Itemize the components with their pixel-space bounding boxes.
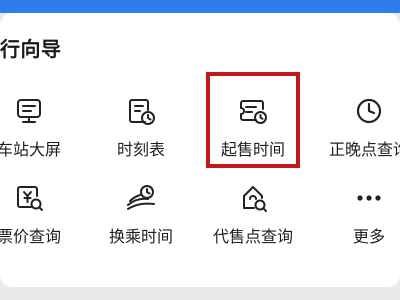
top-status-bar bbox=[0, 0, 400, 13]
more-dots-icon bbox=[352, 181, 386, 215]
transfer-time-icon bbox=[124, 181, 158, 215]
grid-item-timetable[interactable]: 时刻表 bbox=[91, 94, 191, 176]
grid-item-more[interactable]: 更多 bbox=[319, 181, 400, 263]
grid-item-fare-search[interactable]: 票价查询 bbox=[0, 181, 79, 263]
grid-item-label: 更多 bbox=[352, 227, 385, 246]
grid-item-station-screen[interactable]: 车站大屏 bbox=[0, 94, 79, 176]
timetable-icon bbox=[124, 94, 158, 128]
grid-item-label: 正晚点查询 bbox=[328, 140, 400, 159]
grid-item-delay-query[interactable]: 正晚点查询 bbox=[319, 94, 400, 176]
grid-item-agency-search[interactable]: 代售点查询 bbox=[203, 181, 303, 263]
agency-search-icon bbox=[236, 181, 270, 215]
station-screen-icon bbox=[12, 94, 46, 128]
fare-search-icon bbox=[12, 181, 46, 215]
clock-icon bbox=[352, 94, 386, 128]
section-title: 行向导 bbox=[0, 37, 62, 61]
highlight-box bbox=[206, 72, 300, 168]
grid-item-transfer-time[interactable]: 换乘时间 bbox=[91, 181, 191, 263]
